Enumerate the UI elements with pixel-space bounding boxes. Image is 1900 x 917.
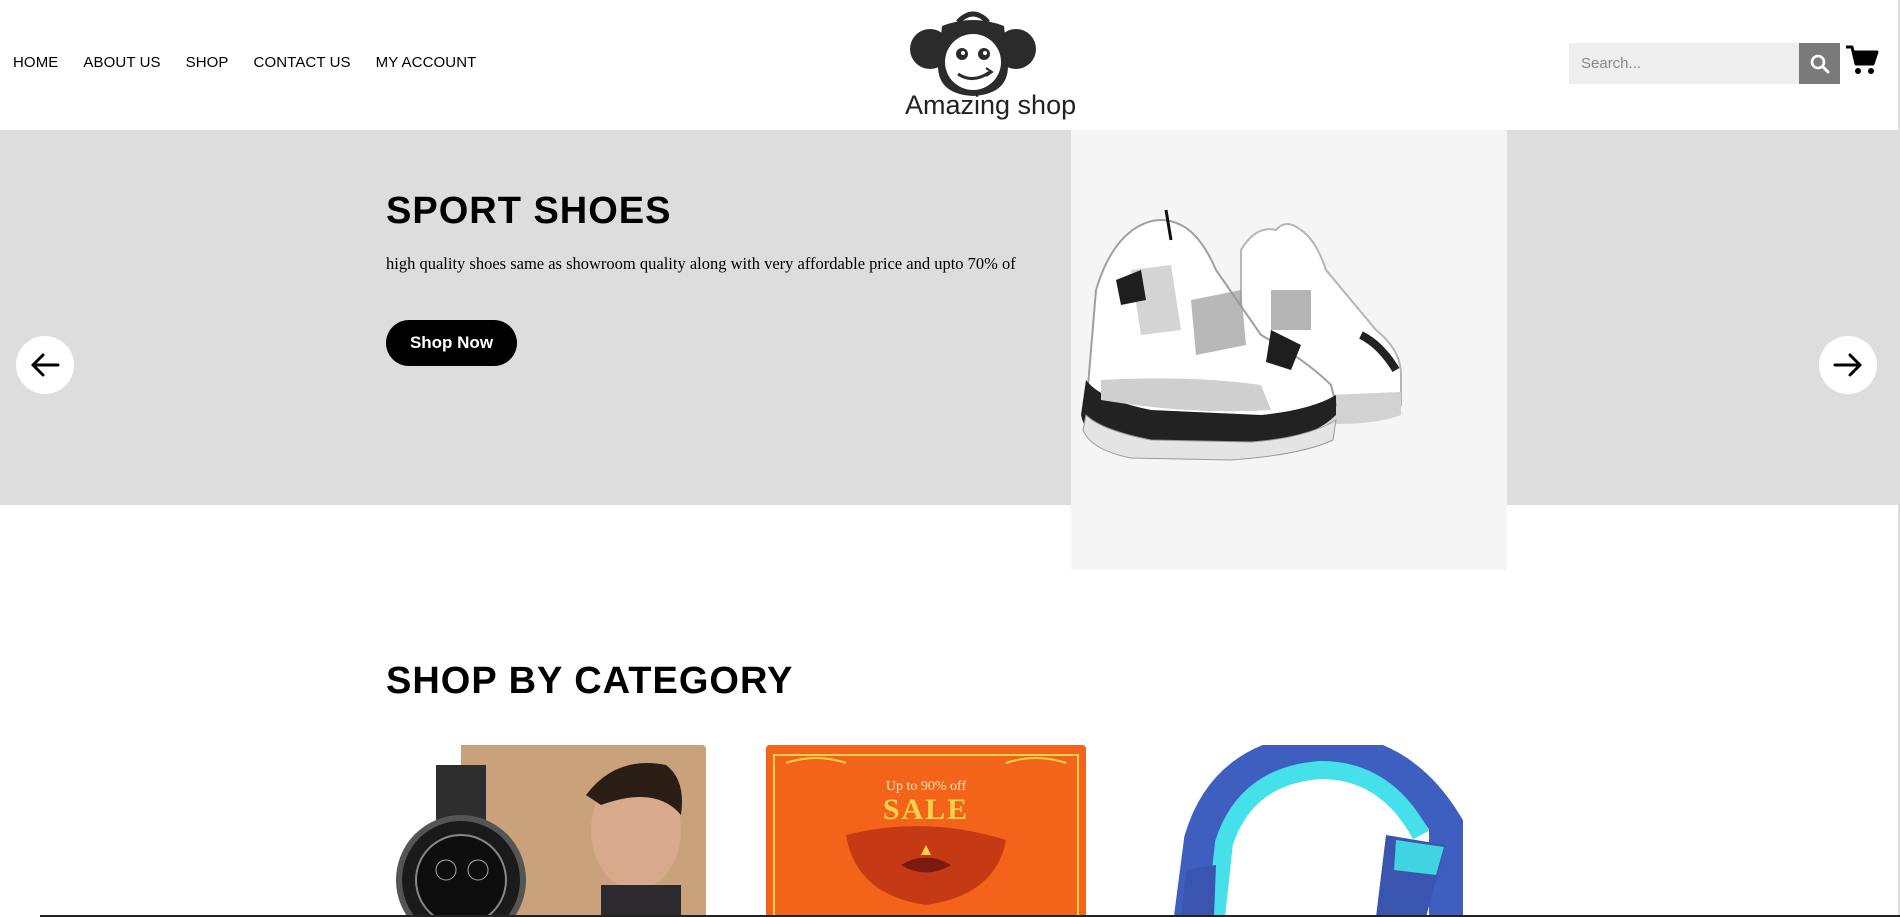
sale-banner-image	[766, 745, 1086, 917]
brand-name[interactable]: Amazing shop	[905, 90, 1076, 121]
site-header: HOME ABOUT US SHOP CONTACT US MY ACCOUNT…	[0, 0, 1900, 130]
watch-man-image	[386, 745, 706, 917]
carousel-prev-button[interactable]	[16, 336, 74, 394]
search-bar	[1569, 43, 1840, 84]
category-card-sale[interactable]: Up to 90% off SALE	[766, 745, 1086, 917]
search-input[interactable]	[1569, 43, 1799, 84]
headphones-image	[1146, 745, 1466, 917]
search-icon	[1810, 54, 1829, 73]
sale-line2: SALE	[882, 793, 970, 826]
hero-banner	[0, 130, 1900, 505]
category-section-title: SHOP BY CATEGORY	[386, 660, 794, 702]
nav-shop[interactable]: SHOP	[186, 54, 229, 71]
arrow-right-icon	[1833, 353, 1862, 377]
nav-about-us[interactable]: ABOUT US	[83, 54, 160, 71]
nav-home[interactable]: HOME	[13, 54, 58, 71]
cart-icon[interactable]	[1845, 44, 1879, 76]
search-button[interactable]	[1799, 43, 1840, 84]
arrow-left-icon	[31, 353, 60, 377]
shop-now-button[interactable]: Shop Now	[386, 320, 517, 366]
sneakers-illustration	[1081, 209, 1402, 461]
nav-my-account[interactable]: MY ACCOUNT	[376, 54, 477, 71]
page: HOME ABOUT US SHOP CONTACT US MY ACCOUNT…	[0, 0, 1900, 917]
nav-contact-us[interactable]: CONTACT US	[254, 54, 351, 71]
hero-title: SPORT SHOES	[386, 190, 672, 232]
category-card-watches[interactable]	[386, 745, 706, 917]
main-nav: HOME ABOUT US SHOP CONTACT US MY ACCOUNT	[13, 54, 501, 71]
sneakers-image	[1071, 130, 1507, 570]
category-card-headphones[interactable]	[1146, 745, 1466, 917]
hero-description: high quality shoes same as showroom qual…	[386, 254, 1016, 273]
carousel-next-button[interactable]	[1819, 336, 1877, 394]
